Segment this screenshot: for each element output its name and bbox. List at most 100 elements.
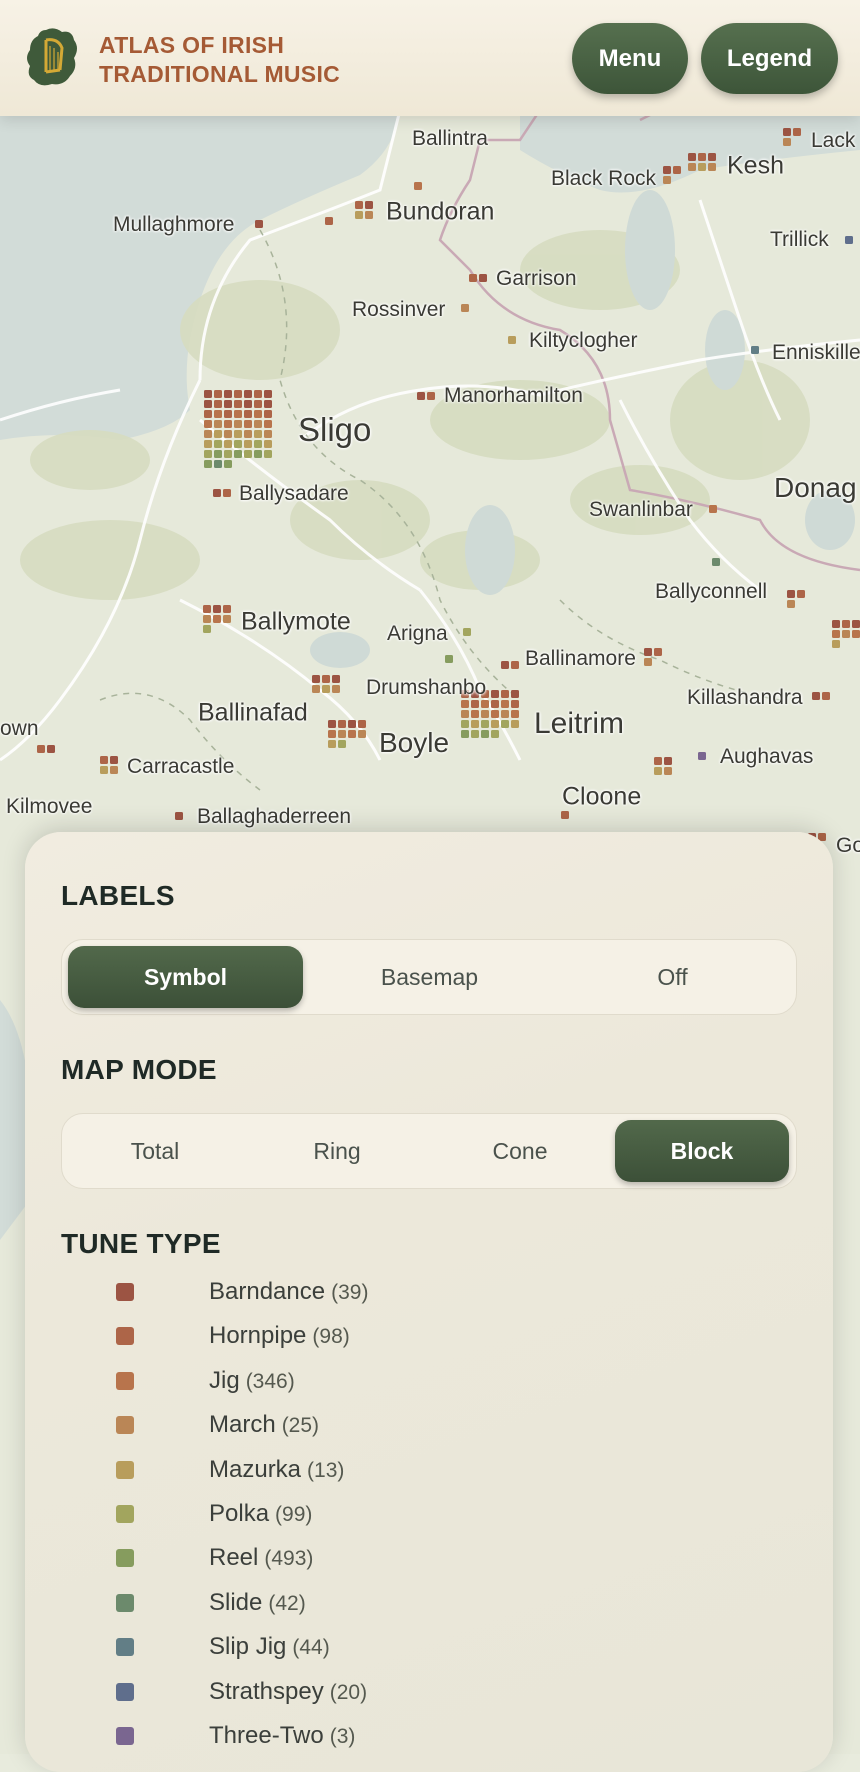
labels-heading: LABELS [61, 880, 175, 911]
map-marker-cell [698, 163, 706, 171]
tune-type-count: (20) [329, 1680, 368, 1704]
map-marker-cell [511, 661, 519, 669]
tune-type-swatch [116, 1505, 134, 1523]
place-label-own: own [0, 717, 39, 740]
map-marker-cell [213, 605, 221, 613]
map-marker-cell [511, 690, 519, 698]
place-label-arigna: Arigna [387, 622, 448, 645]
map-marker-cell [501, 710, 509, 718]
map-marker-cell [688, 153, 696, 161]
app-title-line1: ATLAS OF IRISH [99, 32, 285, 58]
tune-type-name: Mazurka [209, 1455, 302, 1483]
map-marker-cell [244, 420, 252, 428]
map-marker-cell [328, 730, 336, 738]
tune-type-swatch [116, 1416, 134, 1435]
tune-type-item[interactable]: Mazurka (13) [25, 1450, 725, 1490]
map-marker-cell [214, 400, 222, 408]
map-marker-cell [213, 489, 221, 497]
map-marker-cell [223, 489, 231, 497]
map-marker-cell [673, 166, 681, 174]
mapmode-option-total[interactable]: Total [68, 1120, 242, 1182]
labels-option-off[interactable]: Off [555, 946, 790, 1008]
place-label-ballinamore: Ballinamore [525, 647, 636, 670]
map-marker-cell [244, 450, 252, 458]
place-label-mullaghmore: Mullaghmore [113, 213, 235, 236]
map-marker-cell [203, 615, 211, 623]
map-marker-cell [224, 400, 232, 408]
map-marker-cell [244, 400, 252, 408]
map-marker-cell [204, 430, 212, 438]
map-marker-cell [471, 730, 479, 738]
map-marker-cell [664, 767, 672, 775]
tune-type-item[interactable]: Barndance (39) [25, 1272, 725, 1312]
map-marker-cell [427, 392, 435, 400]
map-marker-cell [234, 410, 242, 418]
map-marker-cell [204, 420, 212, 428]
map-marker-cell [355, 201, 363, 209]
labels-option-symbol[interactable]: Symbol [68, 946, 303, 1008]
place-label-ballinafad: Ballinafad [198, 698, 308, 727]
map-marker-cell [203, 625, 211, 633]
map-marker-cell [214, 420, 222, 428]
tune-type-item[interactable]: Jig (346) [25, 1361, 725, 1401]
map-marker-cell [234, 440, 242, 448]
map-marker-cell [264, 430, 272, 438]
tune-type-item[interactable]: Slide (42) [25, 1583, 725, 1623]
map-marker-cell [842, 630, 850, 638]
mapmode-option-block[interactable]: Block [615, 1120, 789, 1182]
mapmode-option-cone[interactable]: Cone [433, 1120, 607, 1182]
tune-type-count: (3) [329, 1725, 356, 1748]
map-marker-cell [234, 400, 242, 408]
tune-type-name: Polka [209, 1500, 270, 1527]
map-marker-cell [110, 766, 118, 774]
place-label-ballymote: Ballymote [241, 607, 351, 636]
map-marker-cell [223, 615, 231, 623]
map-marker-cell [204, 460, 212, 468]
tune-type-item[interactable]: March (25) [25, 1405, 725, 1445]
labels-option-basemap[interactable]: Basemap [312, 946, 547, 1008]
tune-type-name: March [209, 1411, 276, 1439]
place-label-cloone: Cloone [562, 782, 642, 811]
legend-panel: LABELS Symbol Basemap Off MAP MODE Total… [25, 832, 833, 1772]
menu-button[interactable]: Menu [572, 23, 688, 94]
map-marker-cell [561, 811, 569, 819]
map-marker-cell [264, 450, 272, 458]
map-marker-cell [832, 640, 840, 648]
tune-type-item[interactable]: Three-Two (3) [25, 1716, 725, 1756]
tune-type-count: (98) [312, 1325, 350, 1349]
map-marker-cell [365, 201, 373, 209]
place-label-ballyconnell: Ballyconnell [655, 580, 768, 603]
map-marker-cell [481, 730, 489, 738]
mapmode-toggle: Total Ring Cone Block [61, 1113, 797, 1189]
map-marker-cell [654, 648, 662, 656]
map-marker-cell [264, 390, 272, 398]
map-marker-cell [783, 138, 791, 146]
tune-type-item[interactable]: Reel (493) [25, 1538, 725, 1578]
map-marker-cell [214, 430, 222, 438]
map-marker-cell [224, 420, 232, 428]
map-marker-cell [709, 505, 717, 513]
map-marker-cell [845, 236, 853, 244]
labels-toggle: Symbol Basemap Off [61, 939, 797, 1015]
map-marker-cell [708, 153, 716, 161]
map-marker-cell [213, 615, 221, 623]
map-marker-cell [832, 630, 840, 638]
tune-type-count: (99) [275, 1503, 313, 1526]
ireland-harp-icon[interactable] [24, 26, 80, 90]
tune-type-count: (493) [264, 1547, 314, 1571]
map-marker-cell [365, 211, 373, 219]
map-marker-cell [461, 730, 469, 738]
tune-type-swatch [116, 1549, 134, 1568]
map-marker-cell [842, 620, 850, 628]
legend-button[interactable]: Legend [701, 23, 838, 94]
tune-type-swatch [116, 1283, 134, 1301]
mapmode-option-ring[interactable]: Ring [250, 1120, 424, 1182]
tune-type-item[interactable]: Hornpipe (98) [25, 1316, 725, 1356]
tune-type-name: Slip Jig [209, 1633, 287, 1661]
place-label-enniskille: Enniskille [772, 341, 860, 364]
tune-type-item[interactable]: Strathspey (20) [25, 1672, 725, 1712]
map-marker-cell [224, 430, 232, 438]
tune-type-item[interactable]: Slip Jig (44) [25, 1627, 725, 1667]
place-label-kesh: Kesh [727, 151, 784, 180]
tune-type-item[interactable]: Polka (99) [25, 1494, 725, 1534]
